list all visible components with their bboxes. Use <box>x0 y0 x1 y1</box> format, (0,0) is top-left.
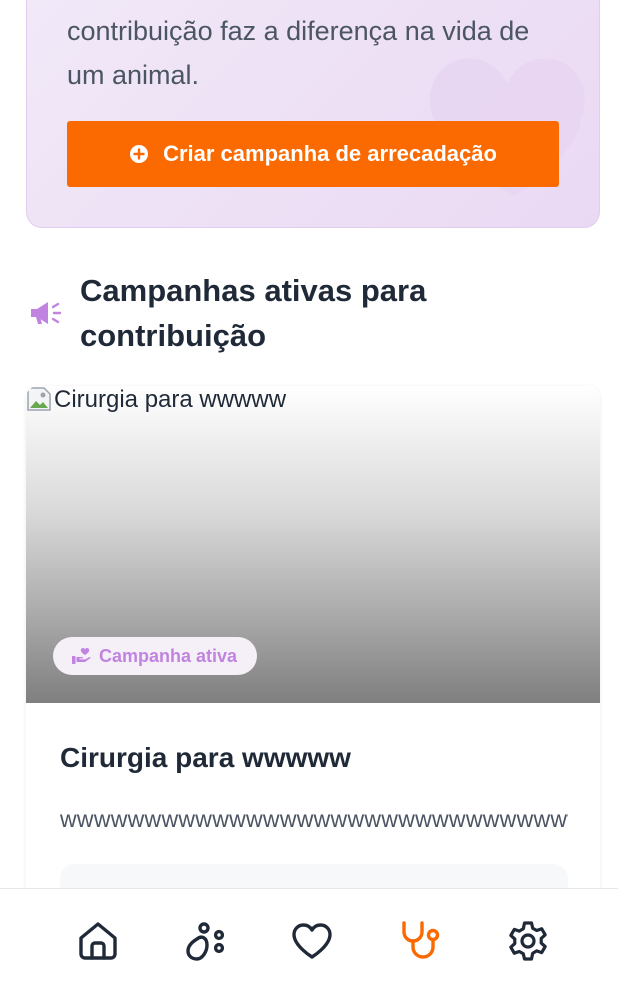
campaign-image: Cirurgia para wwwww Campanha ativa <box>26 386 600 703</box>
create-campaign-button[interactable]: Criar campanha de arrecadação <box>67 121 559 187</box>
hand-heart-icon <box>72 648 91 664</box>
campaign-title: Cirurgia para wwwww <box>60 742 351 773</box>
heart-icon <box>292 923 332 959</box>
create-campaign-label: Criar campanha de arrecadação <box>163 141 497 166</box>
paw-icon <box>186 922 225 961</box>
bottom-navigation <box>0 888 618 988</box>
status-badge-label: Campanha ativa <box>99 645 238 666</box>
image-alt-text: Cirurgia para wwwww <box>54 386 287 413</box>
plus-circle-icon <box>130 145 149 163</box>
nav-favorites[interactable] <box>290 919 334 963</box>
gear-icon <box>509 921 547 961</box>
active-campaigns-header: Campanhas ativas para contribuição <box>28 268 588 358</box>
stethoscope-icon <box>402 921 440 959</box>
home-icon <box>79 922 117 960</box>
megaphone-icon <box>31 302 62 324</box>
broken-image-placeholder: Cirurgia para wwwww <box>26 386 286 414</box>
nav-home[interactable] <box>76 919 120 963</box>
intro-text: contribuição faz a diferença na vida de … <box>67 16 530 90</box>
broken-image-icon <box>27 387 51 411</box>
nav-pets[interactable] <box>184 919 228 963</box>
nav-settings[interactable] <box>506 919 550 963</box>
nav-health[interactable] <box>398 919 442 963</box>
section-title: Campanhas ativas para contribuição <box>80 273 427 353</box>
campaign-description: wwwwwwwwwwwwwwwwwwwwwwwwwwwwwwwwwwwwww <box>60 806 568 832</box>
donation-intro-card: contribuição faz a diferença na vida de … <box>26 0 600 228</box>
status-badge: Campanha ativa <box>53 637 258 675</box>
